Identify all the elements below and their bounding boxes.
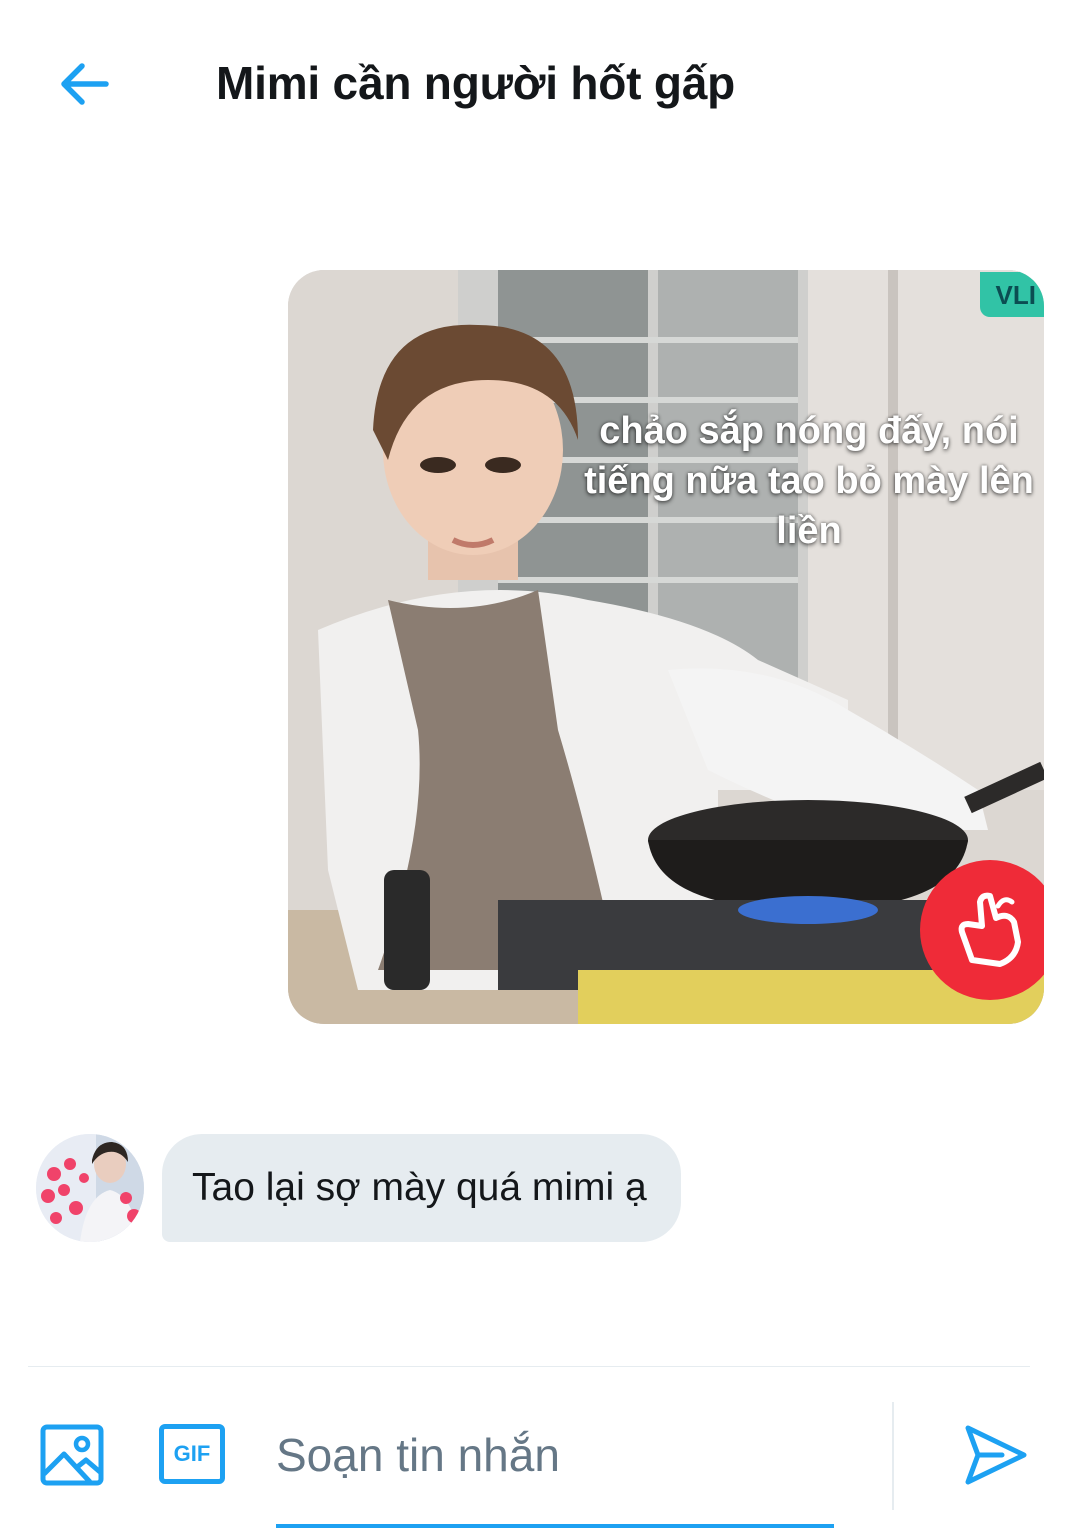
- conversation-title: Mimi cần người hốt gấp: [216, 57, 736, 109]
- message-input[interactable]: [276, 1410, 836, 1500]
- add-media-button[interactable]: [40, 1424, 104, 1486]
- received-message-bubble[interactable]: Tao lại sợ mày quá mimi ạ: [162, 1134, 681, 1242]
- image-caption: chảo sắp nóng đấy, nói tiếng nữa tao bỏ …: [584, 410, 1034, 552]
- user-avatar[interactable]: [36, 1134, 144, 1242]
- composer-divider: [0, 1366, 1080, 1367]
- image-icon: [40, 1424, 104, 1486]
- send-icon: [965, 1425, 1027, 1485]
- watermark-logo: VLI: [979, 272, 1044, 317]
- conversation-header: Mimi cần người hốt gấp: [0, 0, 1080, 170]
- sent-image-message[interactable]: VLI chảo sắp nóng đấy, nói tiếng nữa tao…: [288, 270, 1044, 1024]
- arrow-left-icon: [61, 63, 109, 105]
- received-message-text: Tao lại sợ mày quá mimi ạ: [192, 1166, 647, 1209]
- send-divider: [892, 1402, 894, 1510]
- gif-button[interactable]: GIF: [159, 1424, 225, 1484]
- input-focus-underline: [276, 1524, 834, 1528]
- send-button[interactable]: [962, 1422, 1028, 1488]
- gif-label: GIF: [173, 1441, 211, 1466]
- back-button[interactable]: [52, 52, 116, 116]
